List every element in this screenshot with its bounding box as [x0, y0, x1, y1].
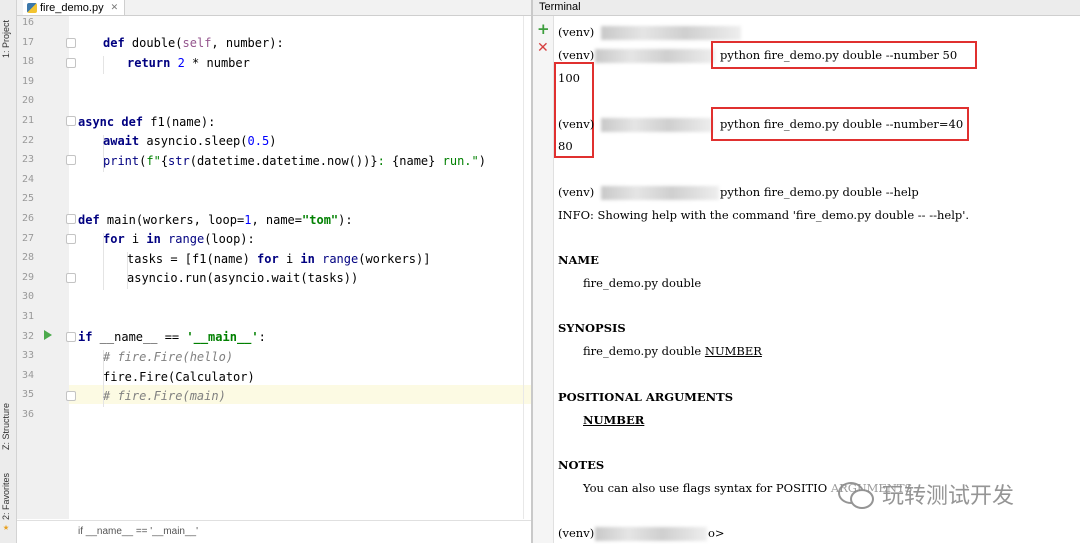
- left-tool-strip: 1: Project Z: Structure 2: Favorites ★: [0, 0, 17, 543]
- code-line-33[interactable]: # fire.Fire(hello): [103, 350, 233, 364]
- synopsis-arg: NUMBER: [704, 344, 762, 358]
- redacted-path: [601, 26, 741, 40]
- help-section-notes: NOTES: [558, 458, 605, 472]
- fold-marker[interactable]: [66, 234, 76, 244]
- code-line-34[interactable]: fire.Fire(Calculator): [103, 370, 255, 384]
- terminal-title: Terminal: [539, 1, 581, 13]
- run-gutter-icon[interactable]: [44, 330, 52, 340]
- favorites-tool-tab[interactable]: 2: Favorites: [1, 470, 15, 520]
- code-line-27[interactable]: for i in range(loop):: [103, 232, 255, 246]
- terminal-output: 80: [558, 139, 573, 153]
- fold-marker[interactable]: [66, 332, 76, 342]
- line-number: 20: [21, 95, 34, 106]
- help-text: fire_demo.py double: [583, 276, 702, 290]
- redacted-path: [595, 49, 715, 63]
- watermark-text: 玩转测试开发: [882, 484, 1015, 509]
- code-line-35[interactable]: # fire.Fire(main): [103, 389, 226, 403]
- code-line-21[interactable]: async def f1(name):: [78, 115, 215, 129]
- line-number: 34: [21, 370, 34, 381]
- line-gutter: [17, 16, 69, 519]
- fold-marker[interactable]: [66, 391, 76, 401]
- terminal-toolbar: + ✕: [533, 16, 554, 543]
- line-number: 28: [21, 252, 34, 263]
- terminal-prompt-tail[interactable]: o>: [708, 526, 725, 540]
- line-number: 24: [21, 174, 34, 185]
- line-number: 16: [21, 17, 34, 28]
- line-number: 30: [21, 291, 34, 302]
- terminal-line: (venv): [558, 185, 595, 199]
- line-number: 17: [21, 37, 34, 48]
- help-section-name: NAME: [558, 253, 599, 267]
- code-line-17[interactable]: def double(self, number):: [103, 36, 284, 50]
- terminal-command: python fire_demo.py double --help: [720, 185, 919, 199]
- code-line-32[interactable]: if __name__ == '__main__':: [78, 330, 266, 344]
- terminal-prompt[interactable]: (venv): [558, 526, 594, 540]
- python-file-icon: [27, 2, 37, 13]
- terminal-line: (venv): [558, 117, 595, 131]
- line-number: 23: [21, 154, 34, 165]
- line-number: 35: [21, 389, 34, 400]
- help-section-positional: POSITIONAL ARGUMENTS: [558, 390, 734, 404]
- editor-tab-fire-demo[interactable]: fire_demo.py ✕: [23, 0, 126, 15]
- line-number: 25: [21, 193, 34, 204]
- close-tab-icon[interactable]: ✕: [111, 2, 119, 13]
- close-session-icon[interactable]: ✕: [537, 40, 549, 56]
- terminal-header: Terminal: [533, 0, 1080, 16]
- code-line-18[interactable]: return 2 * number: [127, 56, 250, 70]
- highlight-box: [711, 107, 969, 141]
- project-tool-tab[interactable]: 1: Project: [1, 8, 15, 58]
- line-number: 33: [21, 350, 34, 361]
- fold-marker[interactable]: [66, 38, 76, 48]
- terminal-line: (venv): [558, 25, 595, 39]
- code-line-23[interactable]: print(f"{str(datetime.datetime.now())}: …: [103, 154, 486, 168]
- terminal-panel: Terminal + ✕ (venv) (venv) python fire_d…: [533, 0, 1080, 543]
- line-number: 22: [21, 135, 34, 146]
- line-number: 31: [21, 311, 34, 322]
- line-number: 26: [21, 213, 34, 224]
- editor-tab-bar: fire_demo.py ✕: [17, 0, 531, 16]
- line-number: 29: [21, 272, 34, 283]
- synopsis-command: fire_demo.py double: [583, 344, 705, 358]
- redacted-path: [601, 186, 719, 200]
- terminal-line: (venv): [558, 48, 595, 62]
- line-number: 27: [21, 233, 34, 244]
- help-arg-name: NUMBER: [583, 413, 645, 427]
- watermark: 玩转测试开发: [838, 478, 1014, 510]
- new-session-icon[interactable]: +: [537, 20, 550, 38]
- line-number: 36: [21, 409, 34, 420]
- favorites-star-icon: ★: [3, 522, 10, 533]
- line-number: 19: [21, 76, 34, 87]
- fold-marker[interactable]: [66, 58, 76, 68]
- help-section-synopsis: SYNOPSIS: [558, 321, 626, 335]
- breadcrumb-label: if __name__ == '__main__': [78, 526, 199, 537]
- code-line-28[interactable]: tasks = [f1(name) for i in range(workers…: [127, 252, 430, 266]
- breadcrumb[interactable]: if __name__ == '__main__': [17, 520, 531, 544]
- fold-marker[interactable]: [66, 214, 76, 224]
- help-text: fire_demo.py double NUMBER: [583, 344, 762, 358]
- line-number: 32: [21, 331, 34, 342]
- fold-marker[interactable]: [66, 155, 76, 165]
- editor-tab-label: fire_demo.py: [40, 1, 104, 14]
- wechat-logo-icon: [838, 480, 874, 509]
- code-editor: fire_demo.py ✕ 16 17 18 19 20 21 22 23 2…: [17, 0, 549, 544]
- indent-guide: [103, 56, 104, 74]
- highlight-box: [711, 41, 977, 69]
- notes-text: You can also use flags syntax for POSITI…: [583, 481, 828, 495]
- terminal-info: INFO: Showing help with the command 'fir…: [558, 208, 970, 222]
- right-margin-guide: [523, 16, 524, 519]
- code-line-22[interactable]: await asyncio.sleep(0.5): [103, 134, 276, 148]
- help-arg: NUMBER: [583, 413, 644, 427]
- line-number: 21: [21, 115, 34, 126]
- line-number: 18: [21, 56, 34, 67]
- redacted-path: [601, 118, 713, 132]
- redacted-path: [595, 527, 707, 541]
- code-line-26[interactable]: def main(workers, loop=1, name="tom"):: [78, 213, 353, 227]
- fold-marker[interactable]: [66, 273, 76, 283]
- fold-marker[interactable]: [66, 116, 76, 126]
- code-line-29[interactable]: asyncio.run(asyncio.wait(tasks)): [127, 271, 358, 285]
- structure-tool-tab[interactable]: Z: Structure: [1, 395, 15, 450]
